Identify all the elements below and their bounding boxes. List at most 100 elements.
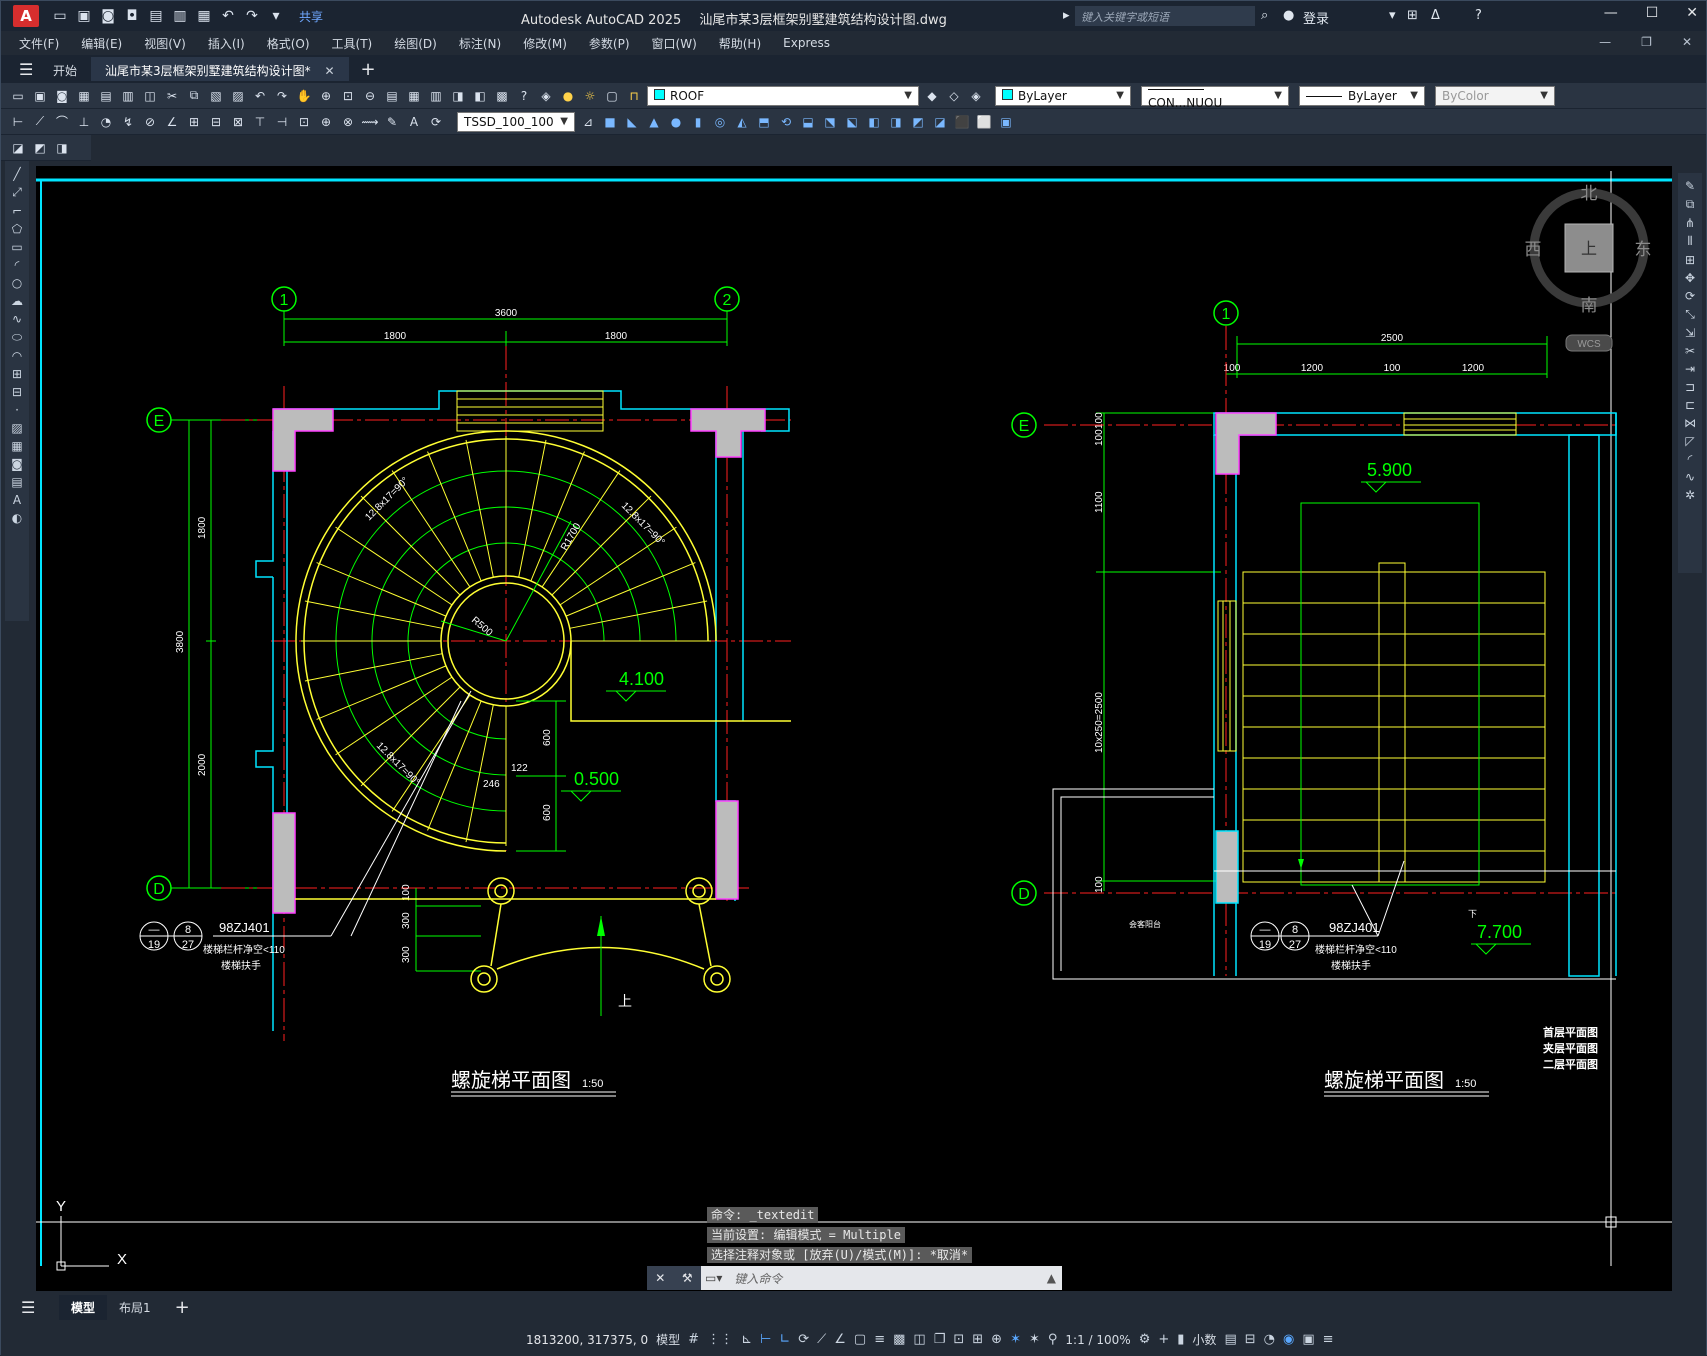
dimstyle-dropdown[interactable]: TSSD_100_100 ▼ (457, 111, 575, 132)
save-tb-icon[interactable]: ◙ (53, 87, 71, 105)
chamfer-icon[interactable]: ◸ (1685, 434, 1694, 448)
extend-icon[interactable]: ⇥ (1685, 362, 1695, 376)
dim-linear-icon[interactable]: ⊢ (9, 113, 27, 131)
section-icon[interactable]: ⬜ (975, 113, 993, 131)
stretch-icon[interactable]: ⇲ (1685, 326, 1695, 340)
coordinate-readout[interactable]: 1813200, 317375, 0 (526, 1333, 648, 1347)
thicken-icon[interactable]: ◪ (931, 113, 949, 131)
cone-icon[interactable]: ▲ (645, 113, 663, 131)
properties-icon[interactable]: ▤ (383, 87, 401, 105)
dimstyle-manager-icon[interactable]: ⊿ (579, 113, 597, 131)
menu-draw[interactable]: 绘图(D) (394, 35, 437, 52)
intersect-icon[interactable]: ◨ (887, 113, 905, 131)
sweep-icon[interactable]: ⬓ (799, 113, 817, 131)
quick-properties-icon[interactable]: ▤ (1224, 1332, 1236, 1347)
interfere-icon[interactable]: ⬛ (953, 113, 971, 131)
add-layout-plus-icon[interactable]: + (175, 1297, 190, 1318)
tab-model[interactable]: 模型 (59, 1294, 108, 1320)
copy-object-icon[interactable]: ⧉ (1686, 197, 1695, 212)
signin-dropdown-icon[interactable]: ▾ (1389, 8, 1396, 23)
menu-dimension[interactable]: 标注(N) (459, 35, 501, 52)
menu-modify[interactable]: 修改(M) (523, 35, 567, 52)
doc-minimize-icon[interactable]: — (1599, 35, 1611, 49)
revision-cloud-icon[interactable]: ☁ (11, 294, 23, 308)
extrude-icon[interactable]: ⬒ (755, 113, 773, 131)
attribute-icon[interactable]: ◩ (31, 139, 49, 157)
publish-icon[interactable]: ▤ (147, 7, 165, 25)
tab-close-icon[interactable]: ✕ (324, 64, 334, 78)
dim-edit-icon[interactable]: ✎ (383, 113, 401, 131)
point-icon[interactable]: · (15, 403, 19, 417)
gradient-icon[interactable]: ▦ (11, 439, 22, 453)
menu-file[interactable]: 文件(F) (19, 35, 59, 52)
new-icon[interactable]: ▭ (9, 87, 27, 105)
break-at-point-icon[interactable]: ⊐ (1685, 380, 1695, 394)
union-icon[interactable]: ⬕ (843, 113, 861, 131)
object-snap-icon[interactable]: ▢ (854, 1332, 866, 1347)
design-center-icon[interactable]: ▦ (405, 87, 423, 105)
slice-icon[interactable]: ◩ (909, 113, 927, 131)
ellipse-arc-icon[interactable]: ◠ (12, 349, 22, 363)
new-tab-plus-icon[interactable]: + (361, 59, 376, 80)
box-icon[interactable]: ■ (601, 113, 619, 131)
torus-icon[interactable]: ◎ (711, 113, 729, 131)
dim-aligned-icon[interactable]: ⟋ (31, 113, 49, 131)
customize-status-icon[interactable]: ≡ (1323, 1332, 1334, 1347)
tool-palettes-icon[interactable]: ▥ (427, 87, 445, 105)
polar-tracking-icon[interactable]: ⟳ (798, 1332, 809, 1347)
mirror-icon[interactable]: ⋔ (1685, 216, 1695, 230)
maximize-icon[interactable]: ☐ (1646, 5, 1659, 21)
dim-angular-icon[interactable]: ∠ (163, 113, 181, 131)
quick-dim-icon[interactable]: ⊞ (185, 113, 203, 131)
ortho-icon[interactable]: ∟ (779, 1332, 790, 1347)
publish-tb-icon[interactable]: ▥ (119, 87, 137, 105)
dynamic-input-icon[interactable]: ⊢ (760, 1332, 771, 1347)
cut-icon[interactable]: ✂ (163, 87, 181, 105)
construction-line-icon[interactable]: ⤢ (12, 185, 22, 200)
add-selected-icon[interactable]: ◐ (12, 511, 22, 525)
command-input[interactable]: 键入命令 (726, 1270, 1046, 1287)
cylinder-icon[interactable]: ▮ (689, 113, 707, 131)
dim-jogged-icon[interactable]: ↯ (119, 113, 137, 131)
infer-constraints-icon[interactable]: ⊾ (741, 1332, 752, 1347)
units-value[interactable]: 小数 (1192, 1331, 1216, 1348)
drawing-canvas[interactable]: 1 2 E D 3600 1800 1800 3800 1800 2000 12… (36, 166, 1672, 1291)
open-icon[interactable]: ▣ (31, 87, 49, 105)
menu-hamburger-icon[interactable]: ☰ (19, 60, 39, 79)
menu-tools[interactable]: 工具(T) (332, 35, 373, 52)
ellipse-icon[interactable]: ⬭ (12, 330, 22, 345)
help-tb-icon[interactable]: ? (515, 87, 533, 105)
pan-icon[interactable]: ✋ (295, 87, 313, 105)
edit-block-icon[interactable]: ◪ (9, 139, 27, 157)
paste-icon[interactable]: ▧ (207, 87, 225, 105)
rectangle-icon[interactable]: ▭ (11, 240, 22, 254)
join-icon[interactable]: ⋈ (1684, 416, 1696, 430)
linetype-dropdown[interactable]: CON...NUOU ▼ (1141, 85, 1289, 110)
auto-scale-icon[interactable]: ✶ (1029, 1332, 1040, 1347)
calculator-icon[interactable]: ▩ (493, 87, 511, 105)
subtract-icon[interactable]: ◧ (865, 113, 883, 131)
array-icon[interactable]: ⊞ (1685, 253, 1695, 267)
units-icon[interactable]: ▮ (1177, 1332, 1184, 1347)
isolate-objects-icon[interactable]: ◔ (1264, 1332, 1275, 1347)
dim-radius-icon[interactable]: ◔ (97, 113, 115, 131)
flatshot-icon[interactable]: ▣ (997, 113, 1015, 131)
layout-menu-icon[interactable]: ☰ (21, 1298, 41, 1317)
pyramid-icon[interactable]: ◭ (733, 113, 751, 131)
annotation-scale-value[interactable]: 1:1 / 100% (1065, 1333, 1130, 1347)
mtext-icon[interactable]: A (13, 493, 21, 507)
command-settings-icon[interactable]: ⚒ (682, 1271, 693, 1285)
zoom-window-icon[interactable]: ⊡ (339, 87, 357, 105)
polyline-icon[interactable]: ⌐ (12, 204, 22, 218)
tab-layout1[interactable]: 布局1 (107, 1295, 163, 1320)
signin-link[interactable]: 登录 (1303, 8, 1329, 27)
minimize-icon[interactable]: — (1604, 5, 1618, 21)
menu-format[interactable]: 格式(O) (267, 35, 310, 52)
menu-insert[interactable]: 插入(I) (208, 35, 245, 52)
menu-parametric[interactable]: 参数(P) (589, 35, 630, 52)
explode-icon[interactable]: ✲ (1685, 488, 1695, 502)
cart-icon[interactable]: ⊞ (1407, 8, 1418, 23)
hardware-accel-icon[interactable]: ◉ (1283, 1332, 1294, 1347)
command-history-toggle-icon[interactable]: ▲ (1047, 1271, 1062, 1285)
wcs-menu[interactable]: WCS (1577, 339, 1601, 350)
